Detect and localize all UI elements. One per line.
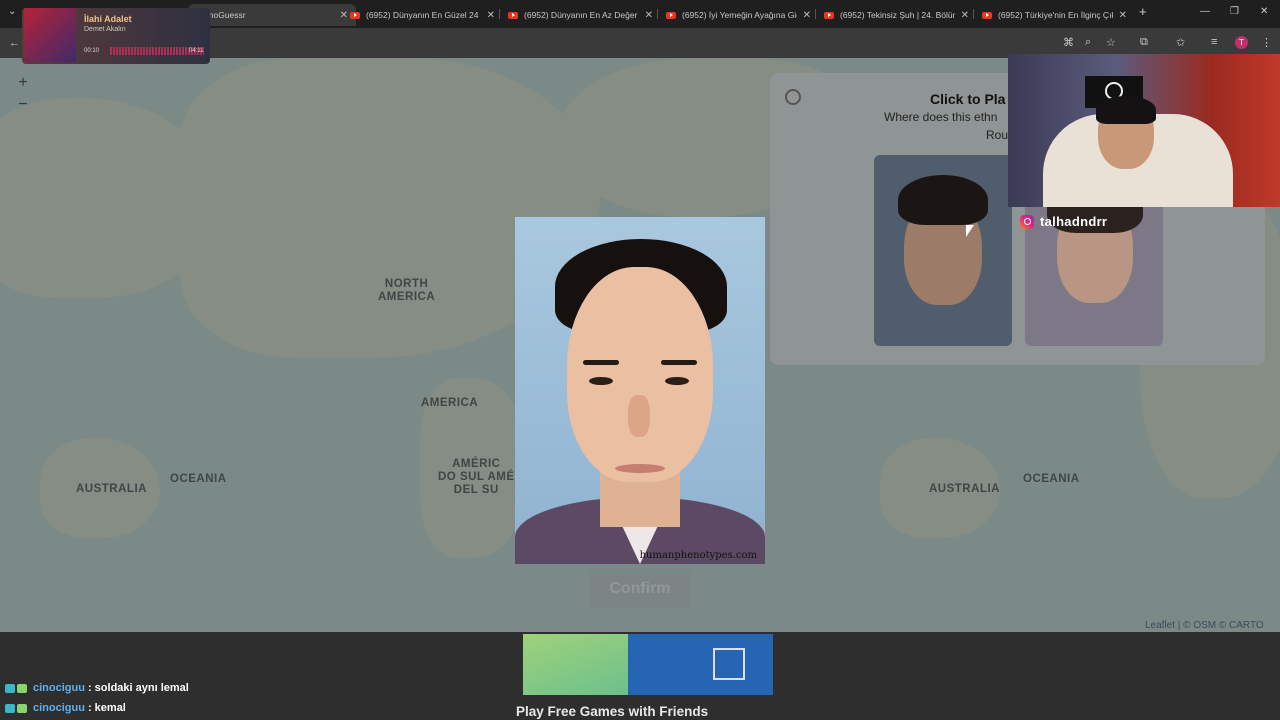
now-playing-widget: İlahi Adalet Demet Akalın 00:10 04:11 [22, 8, 210, 64]
streamer-hair [1096, 96, 1156, 124]
photo-face [567, 267, 713, 482]
photo-left-brow [583, 360, 619, 365]
map-label-oceania: OCEANIA [170, 473, 227, 485]
zoom-in-button[interactable]: + [12, 72, 34, 94]
zoom-icon[interactable]: ⌕ [1085, 36, 1091, 49]
back-icon[interactable]: ← [9, 37, 20, 49]
photo-right-eye [665, 377, 689, 385]
translate-icon[interactable]: ⌘ [1063, 36, 1074, 49]
map-zoom-control: + − [12, 72, 34, 120]
mouse-cursor-icon [966, 225, 974, 237]
chat-text: : kemal [87, 702, 126, 714]
map-label-australia: AUSTRALIA [929, 483, 1000, 495]
song-current-time: 00:10 [84, 48, 100, 54]
map-label-south-america: AMÉRIC DO SUL AMÉ DEL SU [438, 458, 515, 496]
map-label-america: AMERICA [421, 397, 479, 409]
map-attribution[interactable]: Leaflet | © OSM © CARTO [1145, 620, 1264, 631]
close-window-icon[interactable]: ✕ [1260, 6, 1268, 17]
song-artist: Demet Akalın [84, 26, 126, 33]
map-label-oceania: OCEANIA [1023, 473, 1080, 485]
chat-message: cinociguu : soldaki aynı lemal [5, 682, 189, 694]
photo-left-eye [589, 377, 613, 385]
close-icon[interactable]: ✕ [340, 10, 348, 21]
answer-option-left[interactable] [874, 155, 1012, 346]
tab-divider [815, 9, 816, 19]
close-icon[interactable]: ✕ [487, 10, 495, 21]
tab-divider [973, 9, 974, 19]
streamer-webcam [1008, 54, 1280, 207]
youtube-icon [824, 11, 834, 19]
album-cover [24, 8, 76, 62]
bookmarks-icon[interactable]: ✩ [1176, 36, 1185, 49]
tab-search-icon[interactable]: ⌄ [8, 6, 16, 17]
youtube-icon [666, 11, 676, 19]
youtube-icon [508, 11, 518, 19]
game-title: Click to Pla [930, 91, 1006, 107]
instagram-icon [1020, 214, 1034, 229]
tab-youtube-1[interactable]: (6952) Dünyanın En Güzel 24 Y ✕ [350, 4, 495, 26]
ad-game-image [523, 634, 628, 695]
tab-youtube-4[interactable]: (6952) Tekinsiz Şuh | 24. Bölüm ✕ [824, 4, 969, 26]
confirm-button[interactable]: Confirm [589, 569, 691, 609]
extensions-icon[interactable]: ⧉ [1140, 36, 1148, 49]
close-icon[interactable]: ✕ [1119, 10, 1127, 21]
reading-list-icon[interactable]: ≡ [1211, 36, 1217, 48]
tab-title: (6952) Türkiye'nin En İlginç Çık [998, 10, 1113, 20]
ad-logo-panel [628, 634, 773, 695]
chat-username[interactable]: cinociguu [33, 702, 85, 714]
tab-youtube-2[interactable]: (6952) Dünyanın En Az Değer V ✕ [508, 4, 653, 26]
tab-title: (6952) Dünyanın En Az Değer V [524, 10, 639, 20]
chat-badge-icon [17, 683, 27, 693]
youtube-icon [350, 11, 360, 19]
bookmark-star-icon[interactable]: ☆ [1106, 36, 1116, 49]
tab-ethnoguessr[interactable]: EthnoGuessr ✕ [188, 4, 356, 26]
tab-title: (6952) İyi Yemeğin Ayağına Gid [682, 10, 797, 20]
chat-badge-icon [5, 683, 15, 693]
chat-username[interactable]: cinociguu [33, 682, 85, 694]
instagram-username: talhadndrr [1040, 214, 1108, 229]
new-tab-button[interactable]: + [1139, 4, 1147, 19]
game-question: Where does this ethn [884, 110, 998, 124]
tab-title: EthnoGuessr [196, 10, 246, 20]
chat-message: cinociguu : kemal [5, 702, 126, 714]
chat-text: : soldaki aynı lemal [87, 682, 189, 694]
photo-nose [628, 395, 650, 437]
restore-icon[interactable]: ❐ [1230, 6, 1239, 17]
chat-badge-icon [17, 703, 27, 713]
ad-title[interactable]: Play Free Games with Friends [516, 704, 708, 719]
face-hair [898, 175, 988, 225]
close-icon[interactable]: ✕ [961, 10, 969, 21]
instagram-handle: talhadndrr [1020, 214, 1107, 229]
photo-right-brow [661, 360, 697, 365]
ad-banner[interactable] [523, 634, 773, 695]
tab-youtube-3[interactable]: (6952) İyi Yemeğin Ayağına Gid ✕ [666, 4, 811, 26]
photo-watermark: humanphenotypes.com [639, 550, 757, 561]
menu-kebab-icon[interactable]: ⋮ [1261, 36, 1272, 49]
reference-face-photo: humanphenotypes.com [515, 217, 765, 564]
photo-mouth [615, 464, 665, 473]
minimize-icon[interactable]: — [1200, 6, 1210, 17]
zoom-out-button[interactable]: − [12, 94, 34, 116]
settings-gear-icon[interactable] [785, 89, 801, 105]
map-label-australia: AUSTRALIA [76, 483, 147, 495]
tab-youtube-5[interactable]: (6952) Türkiye'nin En İlginç Çık ✕ [982, 4, 1127, 26]
youtube-icon [982, 11, 992, 19]
close-icon[interactable]: ✕ [645, 10, 653, 21]
map-label-north-america: NORTH AMERICA [378, 278, 436, 303]
song-title: İlahi Adalet [84, 14, 132, 24]
tab-divider [499, 9, 500, 19]
game-logo-icon [713, 648, 745, 680]
tab-title: (6952) Tekinsiz Şuh | 24. Bölüm [840, 10, 955, 20]
tab-divider [657, 9, 658, 19]
tab-title: (6952) Dünyanın En Güzel 24 Y [366, 10, 481, 20]
chat-badge-icon [5, 703, 15, 713]
close-icon[interactable]: ✕ [803, 10, 811, 21]
song-duration: 04:11 [189, 48, 204, 54]
round-indicator: Rou [986, 128, 1009, 142]
profile-avatar[interactable]: T [1235, 36, 1248, 49]
